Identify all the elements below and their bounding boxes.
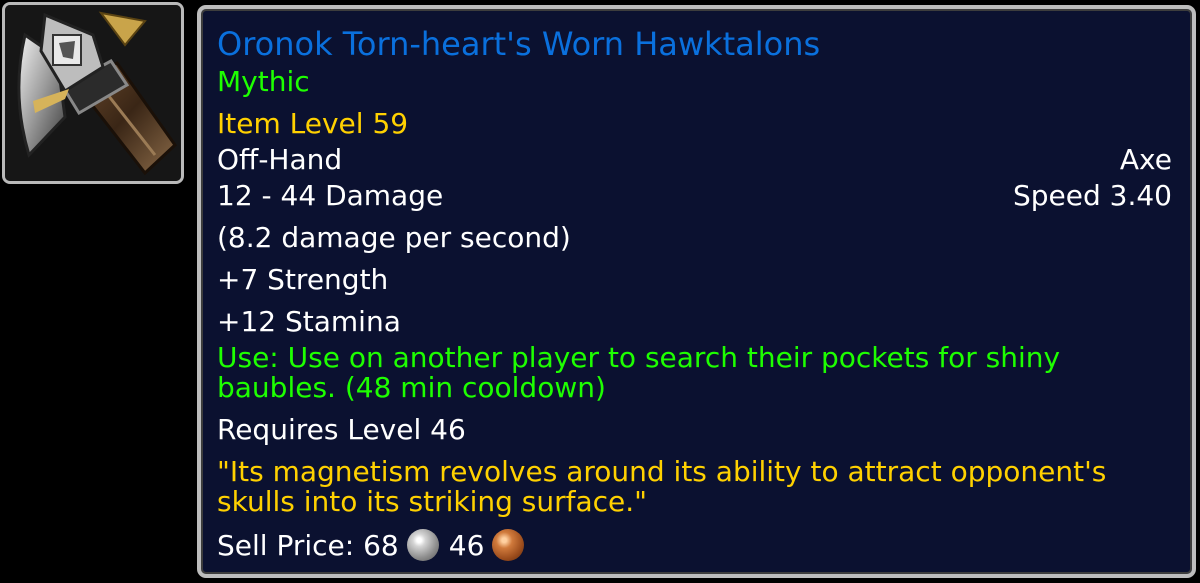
sell-price-copper: 46 [448, 529, 485, 562]
item-speed: Speed 3.40 [1012, 179, 1172, 212]
axe-icon [5, 5, 181, 181]
item-icon-frame[interactable] [2, 2, 184, 184]
item-quality: Mythic [217, 65, 310, 98]
slot-type-row: Off-Hand Axe [217, 145, 1172, 175]
item-tooltip: Oronok Torn-heart's Worn Hawktalons Myth… [197, 5, 1196, 578]
stat-stamina: +12 Stamina [217, 305, 401, 338]
copper-coin-icon [492, 529, 525, 561]
sell-price-silver: 68 [363, 529, 399, 562]
sell-price-label: Sell Price: [217, 529, 355, 562]
item-dps: (8.2 damage per second) [217, 221, 571, 254]
use-effect: Use: Use on another player to search the… [217, 341, 1061, 404]
level-requirement: Requires Level 46 [217, 413, 466, 446]
item-slot: Off-Hand [217, 143, 343, 176]
stat-strength: +7 Strength [217, 263, 389, 296]
sell-price: Sell Price: 68 46 [217, 529, 1172, 561]
item-damage: 12 - 44 Damage [217, 179, 444, 212]
silver-coin-icon [406, 529, 439, 561]
item-name: Oronok Torn-heart's Worn Hawktalons [217, 25, 821, 63]
flavor-text: "Its magnetism revolves around its abili… [217, 455, 1107, 518]
damage-speed-row: 12 - 44 Damage Speed 3.40 [217, 181, 1172, 211]
item-level: Item Level 59 [217, 107, 409, 140]
item-type: Axe [1119, 143, 1172, 176]
